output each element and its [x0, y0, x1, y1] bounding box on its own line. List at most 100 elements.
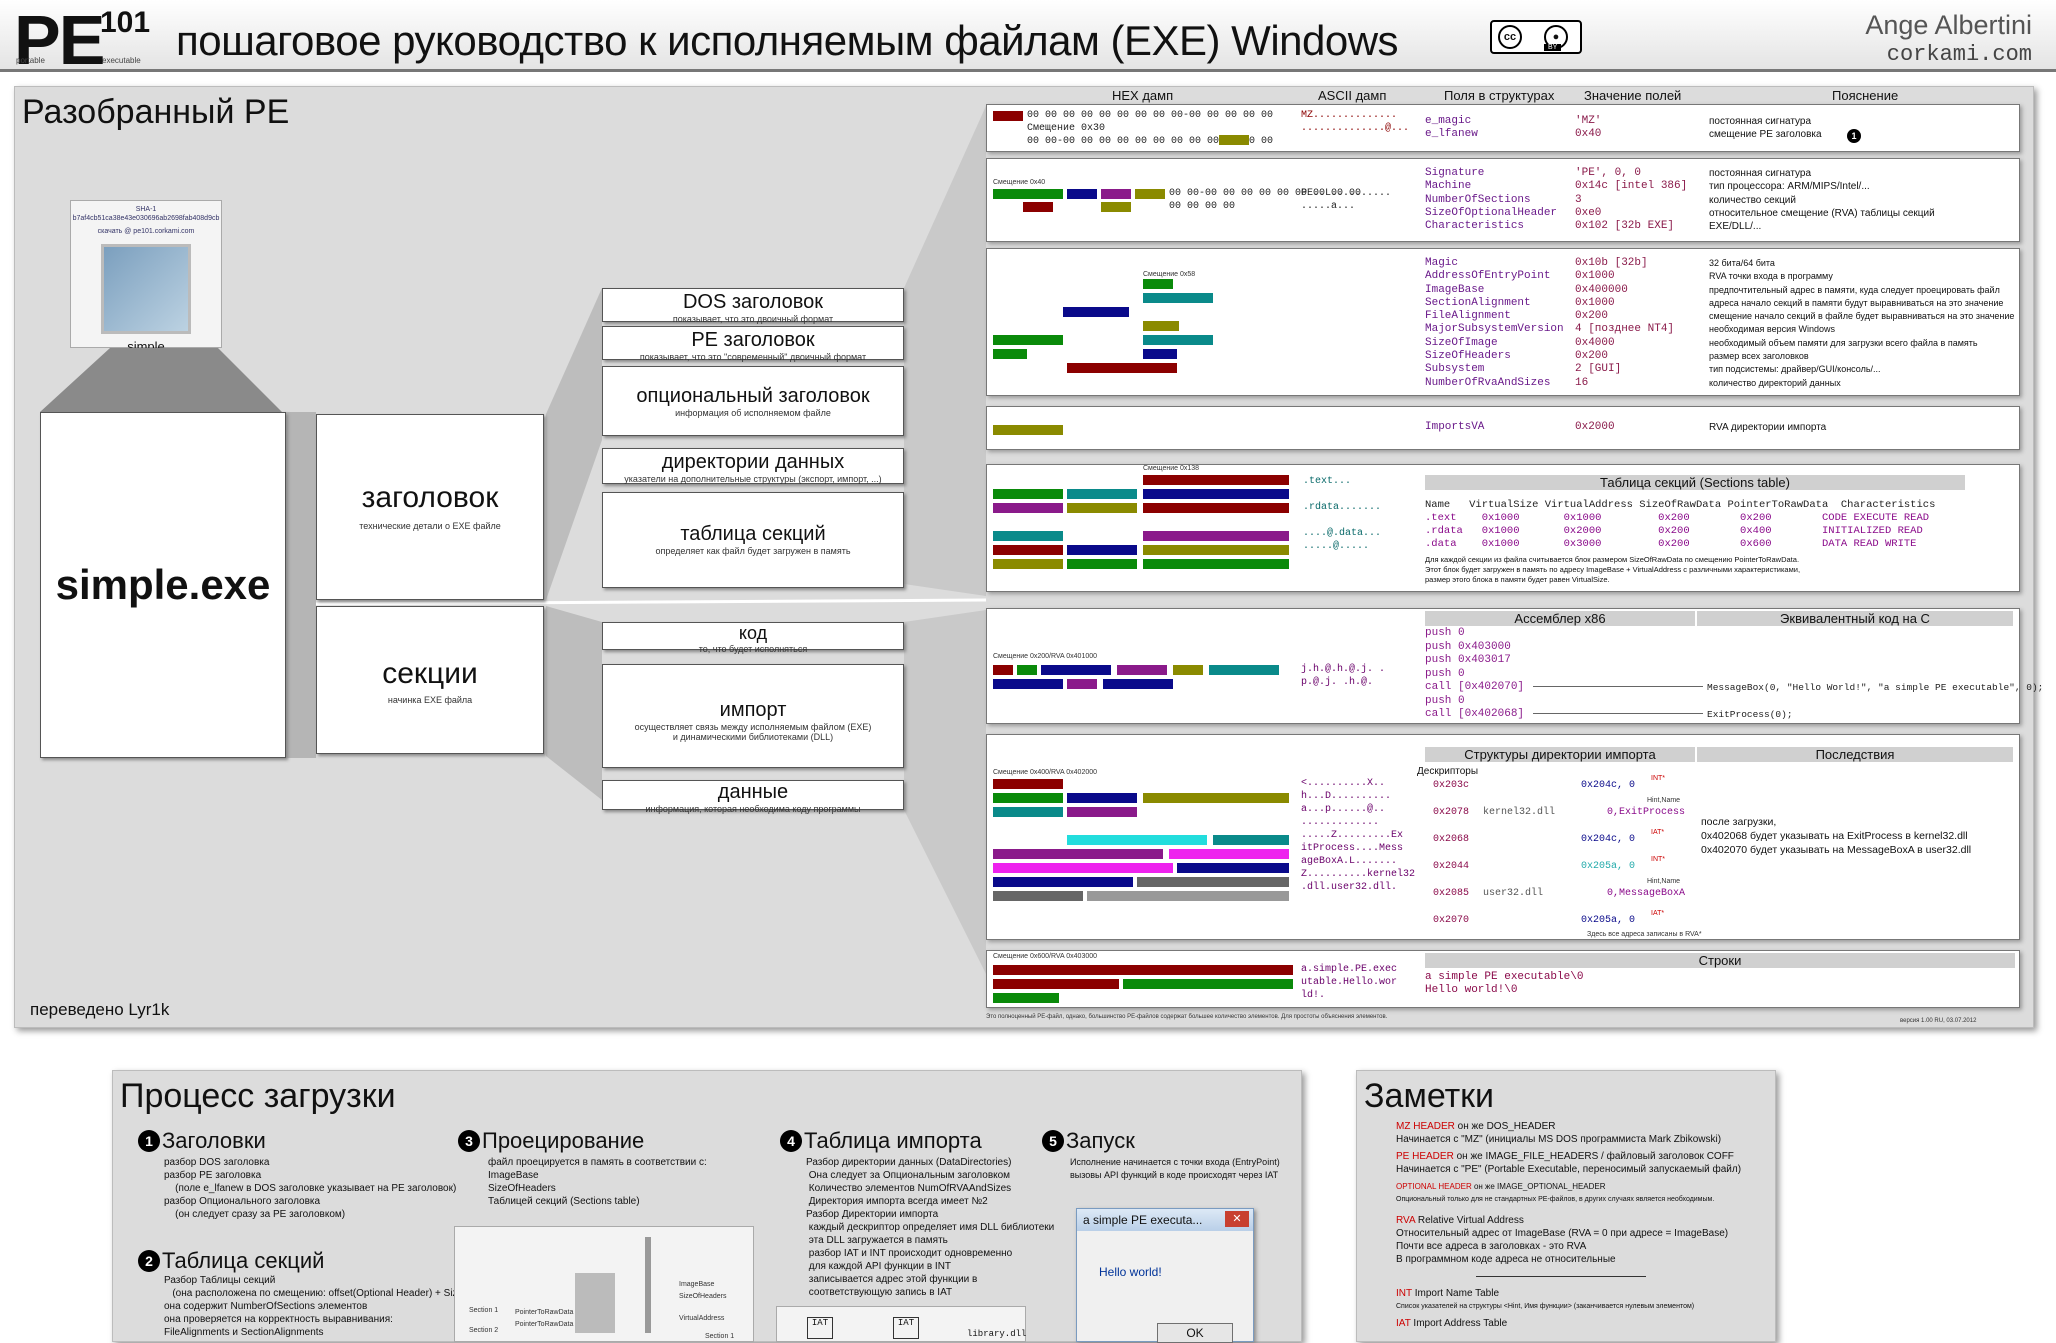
- section-table-sub: определяет как файл будет загружен в пам…: [655, 546, 851, 556]
- header-label: заголовок: [361, 481, 499, 514]
- note-tag-4: OPTIONAL HEADER: [1396, 1182, 1472, 1191]
- header-box[interactable]: заголовок технические детали о EXE файле: [316, 414, 544, 600]
- pe-header-box[interactable]: PE заголовок показывает, что это "совреме…: [602, 326, 904, 362]
- hello-dialog[interactable]: a simple PE executa... ✕ Hello world! OK: [1076, 1208, 1254, 1343]
- note-tag-12: IAT: [1396, 1318, 1411, 1329]
- mapping-label-section1b: Section 1: [705, 1333, 735, 1340]
- data-directories-title: директории данных: [661, 451, 845, 473]
- note-tag-6: RVA: [1396, 1215, 1416, 1226]
- imp-dll2: user32.dll: [1483, 888, 1544, 899]
- sect-offset: Смещение 0x138: [1143, 465, 1200, 472]
- step5-number-icon: 5: [1042, 1130, 1064, 1152]
- step5-title-text: Запуск: [1066, 1128, 1135, 1153]
- mapping-label-sizeofheaders: SizeOfHeaders: [679, 1293, 727, 1300]
- dos-ascii: MZ.............. ..............@...: [1301, 110, 1410, 134]
- notes-list: MZ HEADER он же DOS_HEADER Начинается с …: [1396, 1120, 1772, 1330]
- iat-box-2: IAT: [893, 1317, 919, 1339]
- imports-title: импорт: [719, 699, 787, 721]
- c-code-line2: ExitProcess(0);: [1707, 709, 1793, 720]
- section-table-box[interactable]: таблица секций определяет как файл будет …: [602, 492, 904, 588]
- sect-table-title: Таблица секций (Sections table): [1425, 475, 1965, 490]
- step3-title-text: Проецирование: [482, 1128, 645, 1153]
- load-title: Процесс загрузки: [120, 1077, 396, 1115]
- str-text: a simple PE executable\0 Hello world!\0: [1425, 971, 1584, 996]
- imp-int-tag-2: INT*: [1651, 856, 1665, 863]
- sections-box[interactable]: секции начинка EXE файла: [316, 606, 544, 754]
- imp-after-text: после загрузки, 0x402068 будет указывать…: [1701, 816, 1972, 856]
- code-panel: Смещение 0x200/RVA 0x401000 j.h.@.h.@.j.…: [986, 608, 2043, 724]
- pe-header-title: PE заголовок: [691, 329, 815, 351]
- optional-header-box[interactable]: опциональный заголовок информация об испо…: [602, 366, 904, 436]
- step5-desc: Исполнение начинается с точки входа (Ent…: [1070, 1157, 1280, 1180]
- opt-offset: Смещение 0x58: [1143, 271, 1196, 278]
- section-table-title: таблица секций: [680, 523, 826, 545]
- step4-title: 4 Таблица импорта: [780, 1128, 982, 1154]
- opt-values: 0x10b [32b] 0x1000 0x400000 0x1000 0x200…: [1575, 257, 1675, 389]
- strings-panel: Смещение 0x600/RVA 0x403000 a.simple.PE.…: [986, 950, 2020, 1008]
- close-icon[interactable]: ✕: [1225, 1211, 1249, 1227]
- notes-divider: [1476, 1276, 1646, 1277]
- note-line-5: Опциональный только для не стандартных P…: [1396, 1193, 1772, 1206]
- imp-offset: Смещение 0x400/RVA 0x402000: [993, 769, 1098, 776]
- note-line-9: В программном коде адреса не относительн…: [1396, 1253, 1772, 1266]
- data-box[interactable]: данные информация, которая необходима код…: [602, 780, 904, 814]
- note-text-4: он же IMAGE_OPTIONAL_HEADER: [1471, 1182, 1606, 1191]
- section-table-panel: Смещение 0x138 .text... .rdata....... ..…: [986, 464, 2020, 592]
- header-sublabel: технические детали о EXE файле: [359, 521, 501, 531]
- opt-fields: Magic AddressOfEntryPoint ImageBase Sect…: [1425, 257, 1564, 389]
- imports-panel: Смещение 0x400/RVA 0x402000 <..........X…: [986, 734, 2020, 940]
- imp-hint-label-1: Hint,Name: [1647, 797, 1681, 804]
- col-hex: HEX дамп: [1112, 88, 1174, 103]
- col-desc: Пояснение: [1832, 88, 1899, 103]
- dos-header-box[interactable]: DOS заголовок показывает, что это двоичны…: [602, 288, 904, 324]
- datadir-values: 0x2000: [1575, 421, 1615, 433]
- imports-sub: осуществляет связь между исполняемым фай…: [634, 722, 872, 742]
- note-line-7: Относительный адрес от ImageBase (RVA = …: [1396, 1227, 1772, 1240]
- pe-offset: Смещение 0x40: [993, 179, 1046, 186]
- step4-title-text: Таблица импорта: [804, 1128, 982, 1153]
- code-box[interactable]: код то, что будет исполняться: [602, 622, 904, 654]
- imp-hint-name-2: 0,MessageBoxA: [1607, 888, 1686, 899]
- dialog-ok-button[interactable]: OK: [1157, 1323, 1233, 1343]
- mapping-diagram: Section 1 Section 2 PointerToRawData Poi…: [454, 1226, 754, 1342]
- filename-label: simple.exe: [55, 561, 271, 608]
- note-text-11: Список указателей на структуры <Hint, Им…: [1396, 1303, 1695, 1310]
- col-ascii: ASCII дамп: [1318, 88, 1387, 103]
- sections-sublabel: начинка EXE файла: [387, 695, 473, 705]
- note-text-6: Relative Virtual Address: [1415, 1215, 1524, 1226]
- str-title: Строки: [1425, 953, 2015, 968]
- datadir-fields: ImportsVA: [1425, 421, 1485, 433]
- step1-title: 1 Заголовки: [138, 1128, 266, 1154]
- note-tag-10: INT: [1396, 1288, 1412, 1299]
- dialog-title: a simple PE executa...: [1083, 1213, 1203, 1227]
- note-line-11: Список указателей на структуры <Hint, Им…: [1396, 1300, 1772, 1313]
- sect-table-note: Для каждой секции из файла считывается б…: [1425, 555, 1801, 584]
- note-line-3: Начинается с "PE" (Portable Executable, …: [1396, 1163, 1772, 1176]
- data-directories-sub: указатели на дополнительные структуры (э…: [624, 474, 882, 484]
- step5-title: 5 Запуск: [1042, 1128, 1135, 1154]
- c-link-line2: [1533, 713, 1703, 714]
- simple-exe-box[interactable]: simple.exe: [40, 412, 286, 758]
- step3-title: 3 Проецирование: [458, 1128, 644, 1154]
- mapping-bar: [645, 1237, 651, 1333]
- imp-rva-note: Здесь все адреса записаны в RVA*: [1587, 931, 1702, 938]
- pe-values: 'PE', 0, 0 0x14c [intel 386] 3 0xe0 0x10…: [1575, 167, 1688, 233]
- marker-1-icon: 1: [1847, 129, 1861, 143]
- imp-ascii: <..........X.. h...D.......... a...p....…: [1301, 778, 1416, 893]
- data-directories-box[interactable]: директории данных указатели на дополнител…: [602, 448, 904, 484]
- optional-header-title: опциональный заголовок: [636, 385, 870, 407]
- c-title: Эквивалентный код на C: [1697, 611, 2013, 626]
- step2-title-text: Таблица секций: [162, 1248, 325, 1273]
- note-text-5: Опциональный только для не стандартных P…: [1396, 1196, 1715, 1203]
- imp-after-title: Последствия: [1697, 747, 2013, 762]
- imports-box[interactable]: импорт осуществляет связь между исполняем…: [602, 664, 904, 768]
- step2-title: 2 Таблица секций: [138, 1248, 324, 1274]
- c-code-line1: MessageBox(0, "Hello World!", "a simple …: [1707, 682, 2044, 693]
- note-text-7: Относительный адрес от ImageBase (RVA = …: [1396, 1228, 1729, 1239]
- footer-note: Это полноценный PE-файл, однако, большин…: [986, 1014, 1388, 1020]
- str-offset: Смещение 0x600/RVA 0x403000: [993, 953, 1098, 960]
- dos-values: 'MZ' 0x40: [1575, 115, 1602, 141]
- step1-title-text: Заголовки: [162, 1128, 266, 1153]
- col-fields: Поля в структурах: [1444, 88, 1555, 103]
- note-text-8: Почти все адреса в заголовках - это RVA: [1396, 1241, 1587, 1252]
